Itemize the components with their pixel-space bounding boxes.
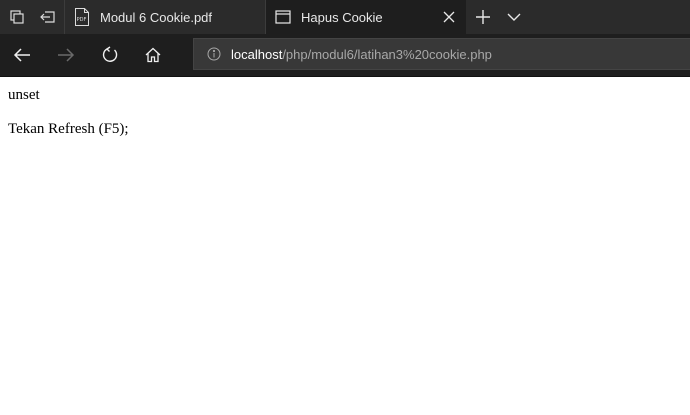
tabs-aside-button[interactable] [2,0,32,34]
tab-hapus-cookie[interactable]: Hapus Cookie [266,0,466,34]
set-tabs-aside-button[interactable] [33,0,63,34]
chevron-down-icon [507,13,521,21]
pdf-icon: PDF [74,8,90,26]
back-arrow-icon [13,48,30,62]
svg-text:PDF: PDF [77,17,87,23]
url-path: /php/modul6/latihan3%20cookie.php [282,46,492,62]
tab-modul6-pdf[interactable]: PDF Modul 6 Cookie.pdf [64,0,266,34]
forward-arrow-icon [58,48,75,62]
address-bar[interactable]: localhost/php/modul6/latihan3%20cookie.p… [193,38,690,70]
tab-title: Modul 6 Cookie.pdf [100,9,213,25]
home-button[interactable] [133,34,173,76]
tabs-aside-icon [10,10,24,24]
page-content: unset Tekan Refresh (F5); [0,77,690,148]
plus-icon [476,10,490,24]
page-icon [275,10,291,24]
close-tab-button[interactable] [441,9,457,25]
forward-button[interactable] [46,34,86,76]
tab-bar: PDF Modul 6 Cookie.pdf Hapus Cookie [0,0,690,34]
refresh-button[interactable] [90,34,130,76]
site-info-icon[interactable] [207,47,221,61]
set-aside-icon [40,11,55,23]
close-icon [443,11,455,23]
instruction-text: Tekan Refresh (F5); [8,121,129,137]
tab-preview-button[interactable] [500,0,528,34]
tab-title: Hapus Cookie [301,9,383,25]
url-host: localhost [231,46,283,62]
new-tab-button[interactable] [470,0,496,34]
refresh-icon [102,46,118,62]
back-button[interactable] [2,34,42,76]
url-text: localhost/php/modul6/latihan3%20cookie.p… [231,47,492,62]
home-icon [145,47,161,63]
navigation-bar: localhost/php/modul6/latihan3%20cookie.p… [0,34,690,77]
status-text: unset [8,87,40,103]
